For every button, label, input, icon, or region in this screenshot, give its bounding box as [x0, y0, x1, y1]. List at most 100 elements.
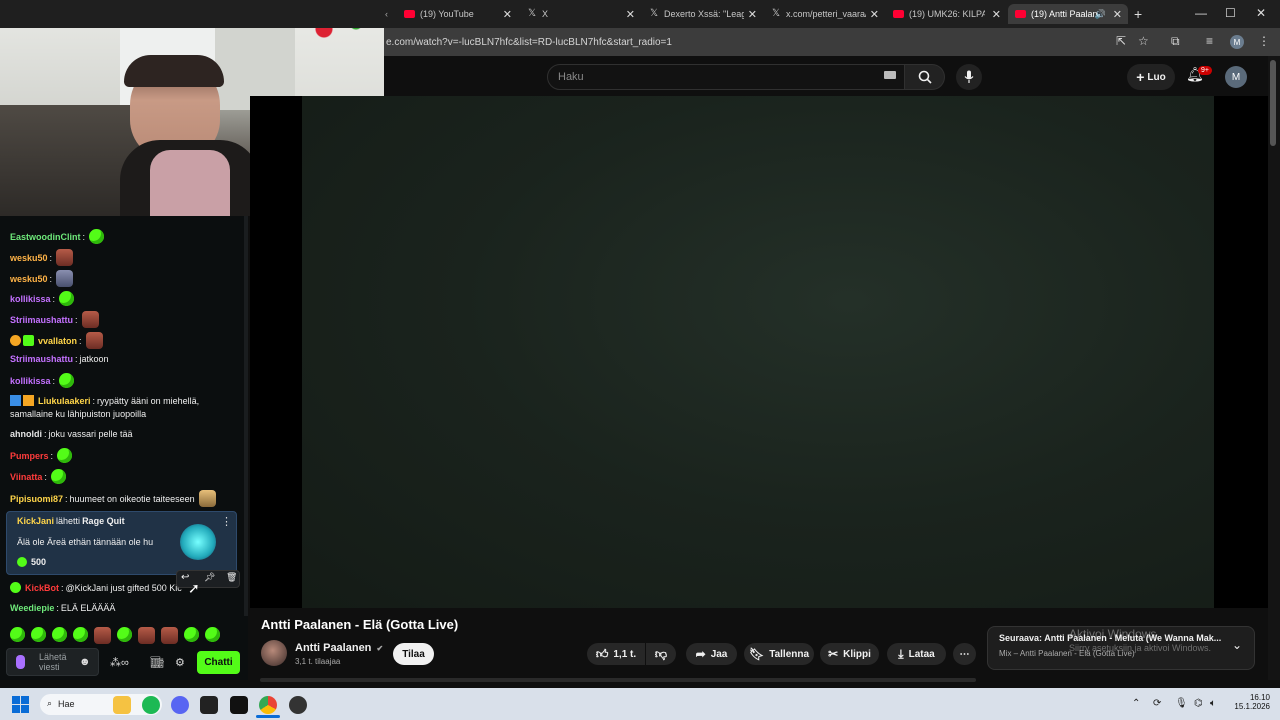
- store-icon[interactable]: 🏬︎: [150, 656, 164, 669]
- emote-icon: [85, 332, 103, 349]
- channel-name[interactable]: Antti Paalanen ✔: [295, 642, 383, 654]
- emoji-icon[interactable]: ☻: [79, 656, 91, 668]
- rage-quit-gift-icon: [180, 524, 216, 560]
- search-input[interactable]: Haku: [547, 64, 905, 90]
- emote-icon[interactable]: [10, 627, 25, 642]
- url-text[interactable]: e.com/watch?v=-lucBLN7hfc&list=RD-lucBLN…: [386, 37, 672, 48]
- video-frame[interactable]: [302, 96, 1214, 608]
- clip-button[interactable]: ✂ Klippi: [820, 643, 879, 665]
- close-icon[interactable]: ✕: [870, 8, 879, 21]
- browser-menu-icon[interactable]: ⋮: [1258, 34, 1270, 48]
- windows-start-icon[interactable]: [12, 696, 29, 713]
- emote-icon[interactable]: [138, 627, 155, 644]
- account-avatar[interactable]: M: [1225, 66, 1247, 88]
- new-tab-button[interactable]: +: [1134, 4, 1146, 24]
- pin-icon[interactable]: 📌︎: [204, 572, 215, 583]
- network-icon[interactable]: ⟳: [1153, 698, 1161, 709]
- emote-icon: [56, 249, 74, 266]
- mouse-cursor-icon: ➚: [188, 580, 200, 596]
- emote-icon[interactable]: [31, 627, 46, 642]
- verified-bot-icon: [10, 582, 21, 593]
- subscribe-button[interactable]: Tilaa: [393, 643, 434, 665]
- microphone-icon: [964, 70, 974, 83]
- badge-icon: [10, 335, 21, 346]
- chat-scrollbar[interactable]: [244, 216, 248, 616]
- plus-icon: +: [1136, 69, 1145, 85]
- window-close-button[interactable]: ✕: [1256, 6, 1266, 20]
- channel-avatar[interactable]: [261, 640, 287, 666]
- share-icon: ➦: [695, 647, 706, 661]
- voice-search-button[interactable]: [956, 64, 982, 90]
- emote-icon: [81, 311, 99, 328]
- media-icon[interactable]: ≡: [1206, 34, 1213, 48]
- minimize-button[interactable]: —: [1195, 6, 1207, 20]
- gift-menu-icon[interactable]: ⋮: [221, 515, 232, 528]
- chevron-down-icon[interactable]: ⌄: [1232, 638, 1242, 652]
- microphone-icon[interactable]: [16, 655, 25, 669]
- chat-message: KickBot: @KickJani just gifted 500 Kic: [10, 582, 182, 593]
- chat-send-button[interactable]: Chatti: [197, 651, 240, 674]
- x-icon: 𝕏: [771, 8, 781, 19]
- chat-message: wesku50:: [10, 270, 74, 287]
- emote-icon[interactable]: [52, 627, 67, 642]
- page-scrollbar[interactable]: [1268, 56, 1280, 680]
- discord-icon[interactable]: [171, 696, 189, 714]
- chat-message: Pipisuomi87: huumeet on oikeotie taitees…: [10, 490, 216, 507]
- install-app-icon[interactable]: ⇱: [1116, 34, 1126, 48]
- more-actions-button[interactable]: ⋯: [953, 643, 976, 665]
- emote-icon[interactable]: [184, 627, 199, 642]
- points-icon[interactable]: ⁂∞: [110, 656, 129, 669]
- emote-icon: [57, 448, 73, 463]
- dislike-button[interactable]: 👎︎: [646, 643, 676, 665]
- create-button[interactable]: + Luo: [1127, 64, 1175, 90]
- chrome-icon[interactable]: [259, 696, 277, 714]
- scrollbar-thumb[interactable]: [1270, 60, 1276, 146]
- profile-avatar[interactable]: M: [1230, 35, 1244, 49]
- tab-scroll-left[interactable]: ‹: [385, 4, 393, 24]
- chat-message-continuation: samallaine ku lähipuiston juopoilla: [10, 409, 147, 419]
- keyboard-icon[interactable]: [884, 71, 896, 79]
- youtube-icon: [893, 10, 904, 18]
- close-icon[interactable]: ✕: [626, 8, 635, 21]
- taskbar-clock[interactable]: 16.10 15.1.2026: [1226, 693, 1270, 711]
- emote-icon[interactable]: [117, 627, 132, 642]
- emote-icon[interactable]: [161, 627, 178, 644]
- emote-icon[interactable]: [94, 627, 111, 644]
- microphone-tray-icon[interactable]: 🎙︎: [1175, 698, 1188, 709]
- delete-icon[interactable]: 🗑︎: [226, 572, 237, 583]
- emote-icon[interactable]: [205, 627, 220, 642]
- spotify-icon[interactable]: [142, 696, 160, 714]
- maximize-button[interactable]: ☐: [1225, 6, 1236, 20]
- verified-icon: ✔: [376, 644, 384, 653]
- close-icon[interactable]: ✕: [1113, 8, 1122, 21]
- x-icon[interactable]: [230, 696, 248, 714]
- save-button[interactable]: 🔖︎ Tallenna: [744, 643, 814, 665]
- tab-youtube[interactable]: (19) YouTube ✕: [404, 4, 512, 24]
- close-icon[interactable]: ✕: [503, 8, 512, 21]
- search-button[interactable]: [905, 64, 945, 90]
- like-button[interactable]: 👍︎ 1,1 t.: [587, 643, 645, 665]
- download-icon: ⤓: [898, 646, 904, 661]
- app-icon[interactable]: [289, 696, 307, 714]
- file-explorer-icon[interactable]: [113, 696, 131, 714]
- video-progress-bar[interactable]: [260, 678, 976, 682]
- tab-dexerto[interactable]: 𝕏 Dexerto Xssä: "Leagu ✕: [649, 4, 757, 24]
- tab-petteri[interactable]: 𝕏 x.com/petteri_vaara/ ✕: [771, 4, 879, 24]
- tab-umk26[interactable]: (19) UMK26: KILPAILI ✕: [893, 4, 1001, 24]
- speaker-icon[interactable]: 🔊: [1095, 9, 1106, 20]
- tab-x[interactable]: 𝕏 X ✕: [527, 4, 635, 24]
- badge-icon: [10, 395, 21, 406]
- extensions-icon[interactable]: ⧉: [1171, 34, 1180, 49]
- close-icon[interactable]: ✕: [748, 8, 757, 21]
- wifi-icon[interactable]: ⌬: [1194, 698, 1203, 709]
- settings-gear-icon[interactable]: ⚙: [175, 656, 185, 669]
- tray-chevron-up-icon[interactable]: ⌃: [1132, 698, 1140, 709]
- obs-icon[interactable]: [200, 696, 218, 714]
- emote-icon[interactable]: [73, 627, 88, 642]
- bookmark-star-icon[interactable]: ☆: [1138, 34, 1149, 48]
- volume-icon[interactable]: 🔈︎: [1210, 698, 1216, 709]
- tab-antti-paalanen[interactable]: (19) Antti Paalane 🔊 ✕: [1008, 4, 1128, 24]
- close-icon[interactable]: ✕: [992, 8, 1001, 21]
- download-button[interactable]: ⤓ Lataa: [887, 643, 946, 665]
- share-button[interactable]: ➦ Jaa: [686, 643, 737, 665]
